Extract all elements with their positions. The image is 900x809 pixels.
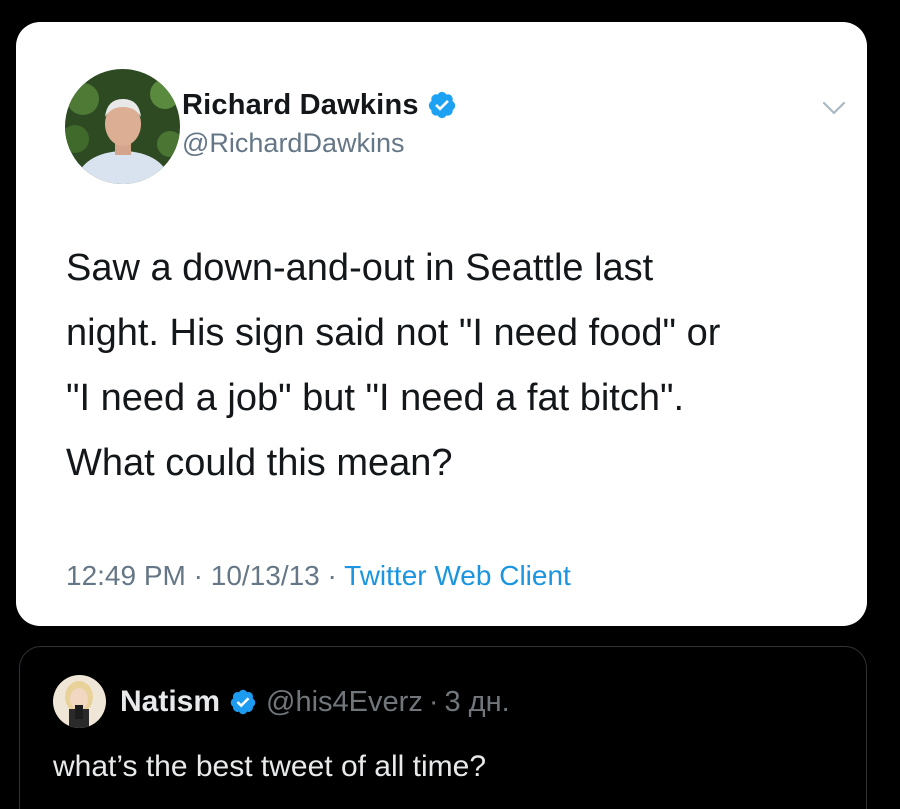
verified-badge-icon bbox=[229, 688, 257, 716]
author-name[interactable]: Richard Dawkins bbox=[182, 89, 419, 122]
post-timestamp[interactable]: 3 дн. bbox=[445, 686, 510, 719]
chevron-down-icon[interactable] bbox=[821, 99, 847, 117]
tweet-text-line: What could this mean? bbox=[66, 442, 453, 484]
author-avatar-image bbox=[65, 69, 180, 184]
post-author-handle[interactable]: @his4Everz bbox=[266, 686, 423, 719]
author-name-row: Richard Dawkins bbox=[182, 86, 457, 124]
tweet-metadata: 12:49 PM · 10/13/13 · Twitter Web Client bbox=[66, 560, 571, 592]
post-text: what’s the best tweet of all time? bbox=[53, 750, 487, 783]
tweet-time[interactable]: 12:49 PM bbox=[66, 560, 186, 591]
page: Richard Dawkins @RichardDawkins Saw a do… bbox=[0, 0, 900, 809]
author-avatar[interactable] bbox=[65, 69, 180, 184]
tweet-text-line: "I need a job" but "I need a fat bitch". bbox=[66, 377, 685, 419]
tweet-date[interactable]: 10/13/13 bbox=[211, 560, 320, 591]
post-separator: · bbox=[428, 685, 439, 718]
verified-badge-icon bbox=[427, 90, 457, 120]
post-header: Natism @his4Everz · 3 дн. bbox=[120, 684, 510, 720]
author-handle[interactable]: @RichardDawkins bbox=[182, 128, 404, 159]
post-author-avatar[interactable] bbox=[53, 675, 106, 728]
meta-separator: · bbox=[327, 560, 337, 591]
tweet-text-line: Saw a down-and-out in Seattle last bbox=[66, 247, 654, 289]
meta-separator: · bbox=[193, 560, 203, 591]
tweet-text: Saw a down-and-out in Seattle last night… bbox=[66, 236, 856, 496]
tweet-text-line: night. His sign said not "I need food" o… bbox=[66, 312, 721, 354]
post-author-avatar-image bbox=[53, 675, 106, 728]
tweet-source-link[interactable]: Twitter Web Client bbox=[344, 560, 571, 591]
embedded-tweet-card[interactable]: Richard Dawkins @RichardDawkins Saw a do… bbox=[16, 22, 867, 626]
quoted-post-card[interactable]: Natism @his4Everz · 3 дн. what’s the bes… bbox=[19, 646, 867, 809]
post-author-name[interactable]: Natism bbox=[120, 685, 220, 719]
